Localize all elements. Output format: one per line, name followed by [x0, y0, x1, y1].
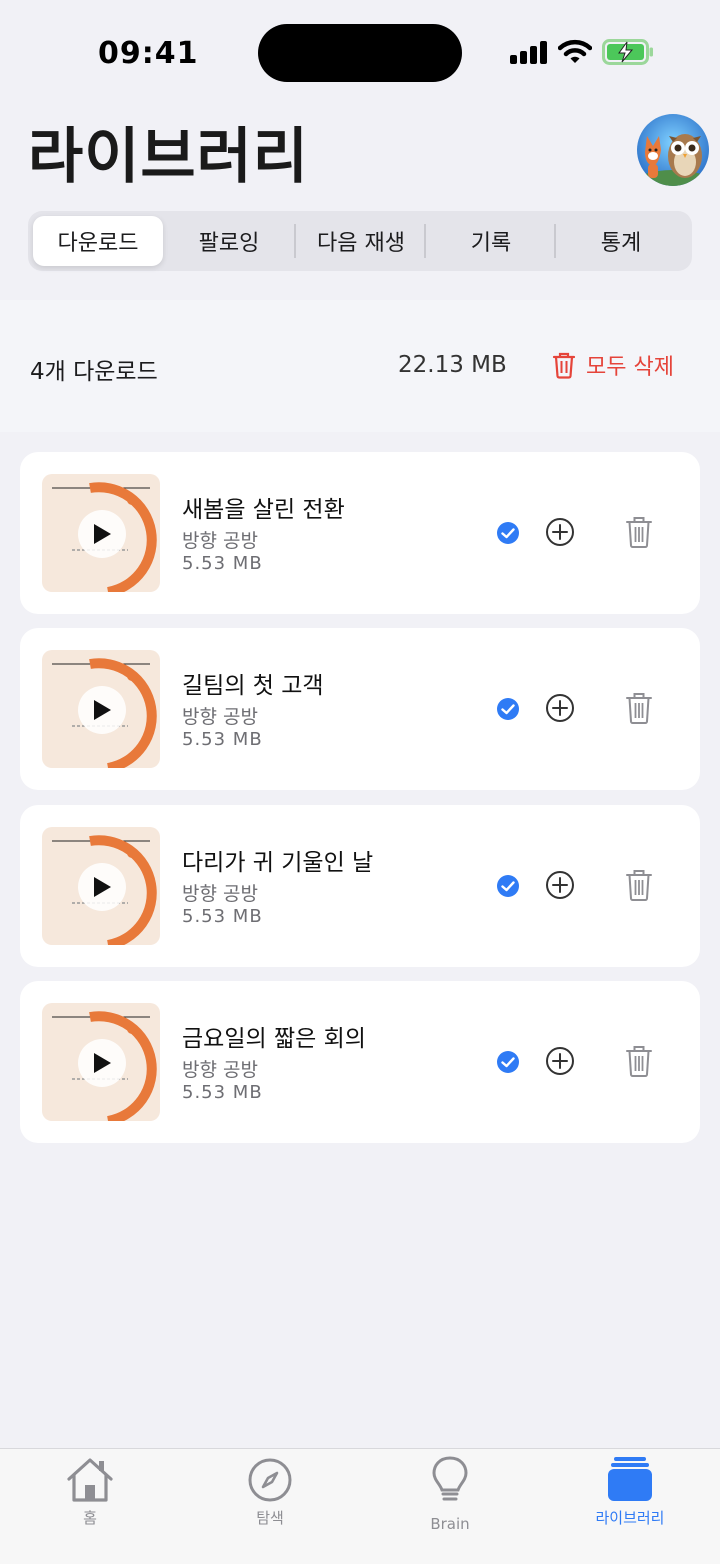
episode-channel: 방향 공방	[182, 530, 258, 552]
download-count: 4개 다운로드	[30, 359, 158, 385]
tabbar-library-label: 라이브러리	[595, 1509, 665, 1527]
episode-channel: 방향 공방	[182, 706, 258, 728]
compass-icon	[248, 1458, 292, 1502]
add-to-queue-icon[interactable]	[545, 693, 575, 723]
status-time: 09:41	[98, 36, 199, 71]
tab-up-next[interactable]: 다음 재생	[296, 211, 426, 271]
page-title: 라이브러리	[28, 122, 309, 192]
tab-following[interactable]: 팔로잉	[164, 211, 294, 271]
trash-icon	[552, 352, 576, 379]
episode-channel: 방향 공방	[182, 883, 258, 905]
tabbar-explore[interactable]: 탐색	[180, 1449, 360, 1564]
delete-download-icon[interactable]	[625, 1044, 653, 1078]
bottom-tab-bar: 홈 탐색 Brain 라이브러리	[0, 1448, 720, 1564]
delete-all-button[interactable]: 모두 삭제	[552, 348, 674, 382]
tabbar-brain[interactable]: Brain	[360, 1449, 540, 1564]
delete-all-label: 모두 삭제	[586, 355, 674, 380]
battery-charging-icon	[602, 39, 653, 65]
cellular-signal-icon	[510, 40, 548, 64]
lightbulb-icon	[432, 1456, 468, 1501]
downloaded-check-icon	[497, 875, 519, 897]
profile-avatar[interactable]	[637, 114, 709, 186]
tab-stats[interactable]: 통계	[556, 211, 686, 271]
delete-download-icon[interactable]	[625, 868, 653, 902]
episode-thumbnail[interactable]	[42, 827, 160, 945]
status-bar: 09:41	[0, 0, 720, 100]
delete-download-icon[interactable]	[625, 691, 653, 725]
play-button[interactable]	[78, 686, 126, 734]
downloaded-check-icon	[497, 1051, 519, 1073]
play-button[interactable]	[78, 510, 126, 558]
download-card[interactable]: 새봄을 살린 전환 방향 공방 5.53 MB	[20, 452, 700, 614]
episode-file-size: 5.53 MB	[182, 729, 263, 750]
tabbar-brain-label: Brain	[430, 1515, 470, 1533]
play-icon	[94, 524, 111, 544]
tab-history[interactable]: 기록	[426, 211, 556, 271]
play-icon	[94, 700, 111, 720]
delete-download-icon[interactable]	[625, 515, 653, 549]
tabbar-home-label: 홈	[83, 1509, 97, 1527]
episode-title[interactable]: 다리가 귀 기울인 날	[182, 843, 373, 877]
play-icon	[94, 1053, 111, 1073]
play-button[interactable]	[78, 1039, 126, 1087]
add-to-queue-icon[interactable]	[545, 517, 575, 547]
episode-title[interactable]: 금요일의 짧은 회의	[182, 1019, 366, 1053]
episode-file-size: 5.53 MB	[182, 906, 263, 927]
dynamic-island	[258, 24, 462, 82]
episode-channel: 방향 공방	[182, 1059, 258, 1081]
add-to-queue-icon[interactable]	[545, 1046, 575, 1076]
total-size: 22.13 MB	[398, 352, 507, 378]
add-to-queue-icon[interactable]	[545, 870, 575, 900]
episode-thumbnail[interactable]	[42, 1003, 160, 1121]
download-card[interactable]: 길팀의 첫 고객 방향 공방 5.53 MB	[20, 628, 700, 790]
library-screen: 09:41 라이브러리 다운로드 팔로잉 다음 재생 기록 통계 4개 다운로드…	[0, 0, 720, 1564]
play-button[interactable]	[78, 863, 126, 911]
episode-thumbnail[interactable]	[42, 650, 160, 768]
avatar-image	[637, 114, 709, 186]
tab-downloads[interactable]: 다운로드	[33, 216, 163, 266]
wifi-icon	[558, 39, 592, 63]
downloads-summary: 4개 다운로드 22.13 MB 모두 삭제	[0, 300, 720, 432]
play-icon	[94, 877, 111, 897]
tabbar-home[interactable]: 홈	[0, 1449, 180, 1564]
downloaded-check-icon	[497, 522, 519, 544]
episode-thumbnail[interactable]	[42, 474, 160, 592]
download-card[interactable]: 다리가 귀 기울인 날 방향 공방 5.53 MB	[20, 805, 700, 967]
tabbar-library[interactable]: 라이브러리	[540, 1449, 720, 1564]
episode-title[interactable]: 길팀의 첫 고객	[182, 666, 324, 700]
episode-title[interactable]: 새봄을 살린 전환	[182, 490, 345, 524]
home-icon	[67, 1458, 113, 1502]
library-icon	[608, 1457, 652, 1501]
library-segmented-control: 다운로드 팔로잉 다음 재생 기록 통계	[28, 211, 692, 271]
download-card[interactable]: 금요일의 짧은 회의 방향 공방 5.53 MB	[20, 981, 700, 1143]
downloaded-check-icon	[497, 698, 519, 720]
episode-file-size: 5.53 MB	[182, 1082, 263, 1103]
episode-file-size: 5.53 MB	[182, 553, 263, 574]
tabbar-explore-label: 탐색	[256, 1509, 284, 1527]
